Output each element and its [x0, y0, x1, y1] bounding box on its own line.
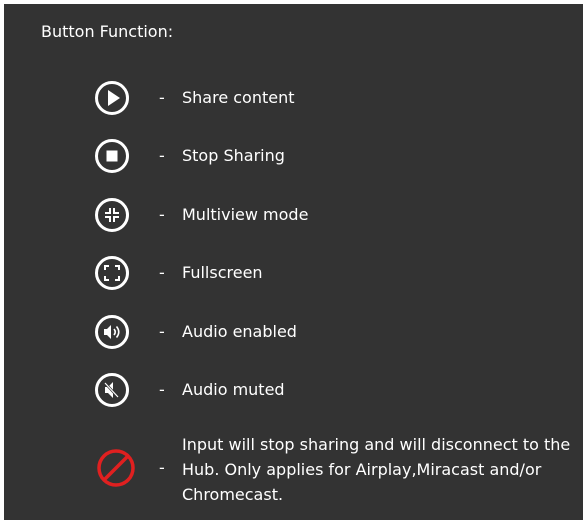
stop-icon — [94, 138, 130, 174]
list-item: - Stop Sharing — [4, 138, 583, 178]
prohibited-icon — [96, 448, 136, 488]
separator-dash: - — [159, 88, 165, 107]
separator-dash: - — [159, 322, 165, 341]
list-item: - Multiview mode — [4, 197, 583, 237]
multiview-mode-label: Multiview mode — [182, 205, 309, 224]
button-function-panel: Button Function: - Share content - Stop … — [4, 4, 583, 520]
separator-dash: - — [159, 458, 165, 477]
list-item: - Audio enabled — [4, 314, 583, 354]
separator-dash: - — [159, 146, 165, 165]
separator-dash: - — [159, 380, 165, 399]
play-icon — [94, 80, 130, 116]
share-content-label: Share content — [182, 88, 295, 107]
panel-title: Button Function: — [41, 22, 174, 41]
audio-muted-label: Audio muted — [182, 380, 285, 399]
disconnect-description-label: Input will stop sharing and will disconn… — [182, 435, 571, 504]
fullscreen-icon — [94, 255, 130, 291]
stop-sharing-label: Stop Sharing — [182, 146, 285, 165]
audio-enabled-icon — [94, 314, 130, 350]
separator-dash: - — [159, 205, 165, 224]
list-item: - Share content — [4, 80, 583, 120]
multiview-icon — [94, 197, 130, 233]
list-item: - Fullscreen — [4, 255, 583, 295]
fullscreen-label: Fullscreen — [182, 263, 263, 282]
audio-muted-icon — [94, 372, 130, 408]
audio-enabled-label: Audio enabled — [182, 322, 297, 341]
list-item: - Audio muted — [4, 372, 583, 412]
separator-dash: - — [159, 263, 165, 282]
